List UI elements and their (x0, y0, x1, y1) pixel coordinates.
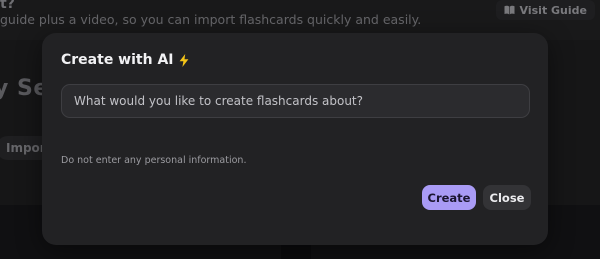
topic-prompt-input[interactable] (61, 84, 530, 118)
dialog-title: Create with AI (61, 52, 189, 68)
dialog-title-text: Create with AI (61, 52, 174, 68)
create-with-ai-dialog: Create with AI Do not enter any personal… (42, 33, 548, 245)
create-button[interactable]: Create (422, 185, 476, 210)
lightning-bolt-icon (179, 53, 189, 67)
close-button[interactable]: Close (483, 185, 531, 210)
privacy-note: Do not enter any personal information. (61, 155, 247, 166)
